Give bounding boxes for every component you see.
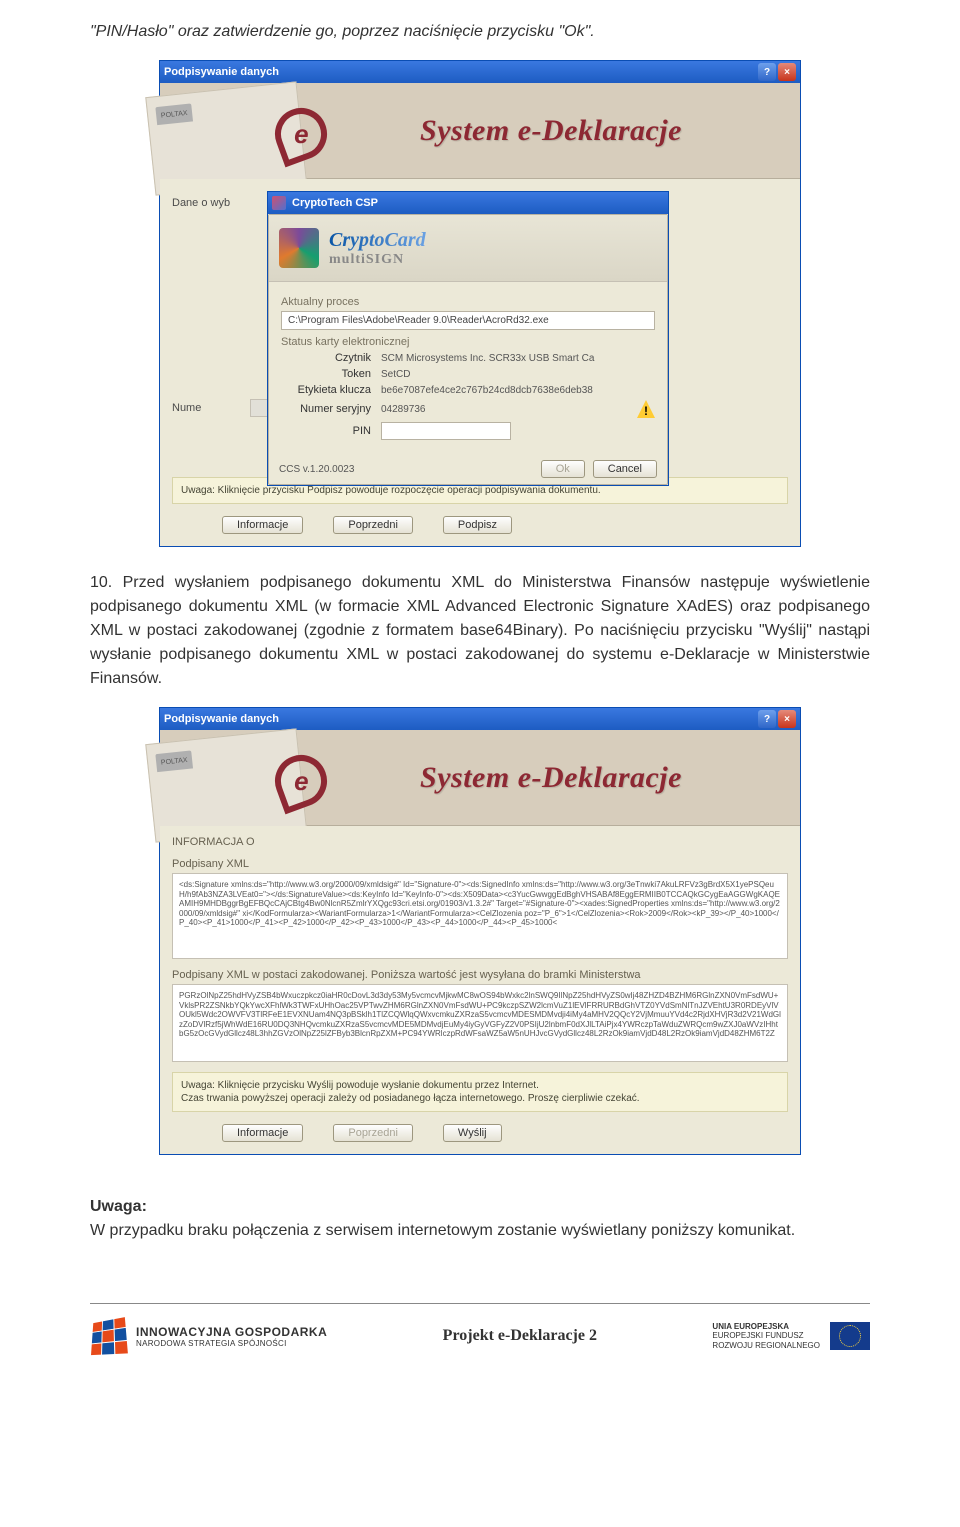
info-button[interactable]: Informacje: [222, 516, 303, 534]
csp-titlebar: CryptoTech CSP: [268, 192, 668, 214]
window-title-2: Podpisywanie danych: [164, 713, 279, 725]
cryptocard-brand: CryptoCard: [329, 229, 426, 252]
label-token: Token: [281, 368, 381, 380]
process-path: C:\Program Files\Adobe\Reader 9.0\Reader…: [281, 311, 655, 330]
eu-flag-icon: [830, 1322, 870, 1350]
previous-button-2[interactable]: Poprzedni: [333, 1124, 413, 1142]
csp-dialog: CryptoTech CSP CryptoCard multiSIGN: [267, 191, 669, 486]
warning-icon: !: [637, 400, 655, 418]
help-button-2[interactable]: ?: [758, 710, 776, 728]
label-etykieta: Etykieta klucza: [281, 384, 381, 396]
side-label-nume: Nume: [172, 402, 242, 414]
page-footer: INNOWACYJNA GOSPODARKA NARODOWA STRATEGI…: [90, 1318, 870, 1354]
titlebar: Podpisywanie danych ? ×: [160, 61, 800, 83]
value-numer: 04289736: [381, 404, 625, 415]
ig-subtitle: NARODOWA STRATEGIA SPÓJNOŚCI: [136, 1339, 327, 1348]
ok-button[interactable]: Ok: [541, 460, 585, 478]
multisign-logo-icon: [279, 228, 319, 268]
section-encoded-xml: Podpisany XML w postaci zakodowanej. Pon…: [172, 969, 788, 981]
sign-button[interactable]: Podpisz: [443, 516, 512, 534]
ig-logo-icon: [91, 1317, 128, 1355]
csp-icon: [272, 196, 286, 210]
info-button-2[interactable]: Informacje: [222, 1124, 303, 1142]
label-pin: PIN: [281, 425, 381, 437]
eu-line1: UNIA EUROPEJSKA: [712, 1322, 820, 1332]
eu-line2: EUROPEJSKI FUNDUSZ: [712, 1331, 820, 1341]
uwaga-body: W przypadku braku połączenia z serwisem …: [90, 1219, 870, 1243]
value-czytnik: SCM Microsystems Inc. SCR33x USB Smart C…: [381, 353, 655, 364]
ig-title: INNOWACYJNA GOSPODARKA: [136, 1325, 327, 1339]
banner-2: POLTAX e System e-Deklaracje: [160, 730, 800, 826]
cancel-button[interactable]: Cancel: [593, 460, 657, 478]
poltax-tab: POLTAX: [155, 103, 193, 125]
csp-header: CryptoCard multiSIGN: [269, 215, 667, 282]
value-token: SetCD: [381, 369, 655, 380]
intro-text: "PIN/Hasło" oraz zatwierdzenie go, poprz…: [90, 20, 870, 44]
titlebar-2: Podpisywanie danych ? ×: [160, 708, 800, 730]
banner: POLTAX e System e-Deklaracje: [160, 83, 800, 179]
multisign-sub: multiSIGN: [329, 252, 404, 268]
poltax-tab-2: POLTAX: [155, 750, 193, 772]
footer-center: Projekt e-Deklaracje 2: [443, 1327, 597, 1345]
label-numer: Numer seryjny: [281, 403, 381, 415]
send-button[interactable]: Wyślij: [443, 1124, 502, 1142]
banner-title: System e-Deklaracje: [420, 114, 682, 148]
csp-version: CCS v.1.20.0023: [279, 464, 533, 475]
footer-divider: [90, 1303, 870, 1304]
window-title: Podpisywanie danych: [164, 66, 279, 78]
previous-button[interactable]: Poprzedni: [333, 516, 413, 534]
uwaga-heading: Uwaga:: [90, 1195, 870, 1219]
pin-input[interactable]: [381, 422, 511, 440]
label-aktualny-proces: Aktualny proces: [281, 296, 655, 308]
warning-note-2: Uwaga: Kliknięcie przycisku Wyślij powod…: [172, 1072, 788, 1112]
screenshot-sign-window: Podpisywanie danych ? × POLTAX e System …: [159, 60, 801, 547]
paragraph-10: 10. Przed wysłaniem podpisanego dokument…: [90, 571, 870, 691]
banner-title-2: System e-Deklaracje: [420, 761, 682, 795]
eu-line3: ROZWOJU REGIONALNEGO: [712, 1341, 820, 1351]
value-etykieta: be6e7087efe4ce2c767b24cd8dcb7638e6deb38: [381, 385, 655, 396]
encoded-xml-textarea[interactable]: PGRzOlNpZ25hdHVyZSB4bWxuczpkcz0iaHR0cDov…: [172, 984, 788, 1062]
side-label-dane: Dane o wyb: [172, 197, 242, 209]
uwaga-block: Uwaga: W przypadku braku połączenia z se…: [90, 1195, 870, 1243]
dialog-body: Dane o wyb Nume CryptoTech CSP CryptoCar…: [160, 179, 800, 546]
section-podpisany-xml: Podpisany XML: [172, 858, 788, 870]
label-czytnik: Czytnik: [281, 352, 381, 364]
close-button[interactable]: ×: [778, 63, 796, 81]
close-button-2[interactable]: ×: [778, 710, 796, 728]
help-button[interactable]: ?: [758, 63, 776, 81]
info-title: INFORMACJA O: [172, 836, 788, 848]
screenshot-send-window: Podpisywanie danych ? × POLTAX e System …: [159, 707, 801, 1155]
csp-window-title: CryptoTech CSP: [292, 197, 378, 209]
dialog-body-2: INFORMACJA O Podpisany XML <ds:Signature…: [160, 826, 800, 1154]
signed-xml-textarea[interactable]: <ds:Signature xmlns:ds="http://www.w3.or…: [172, 873, 788, 959]
label-status-karty: Status karty elektronicznej: [281, 336, 655, 348]
